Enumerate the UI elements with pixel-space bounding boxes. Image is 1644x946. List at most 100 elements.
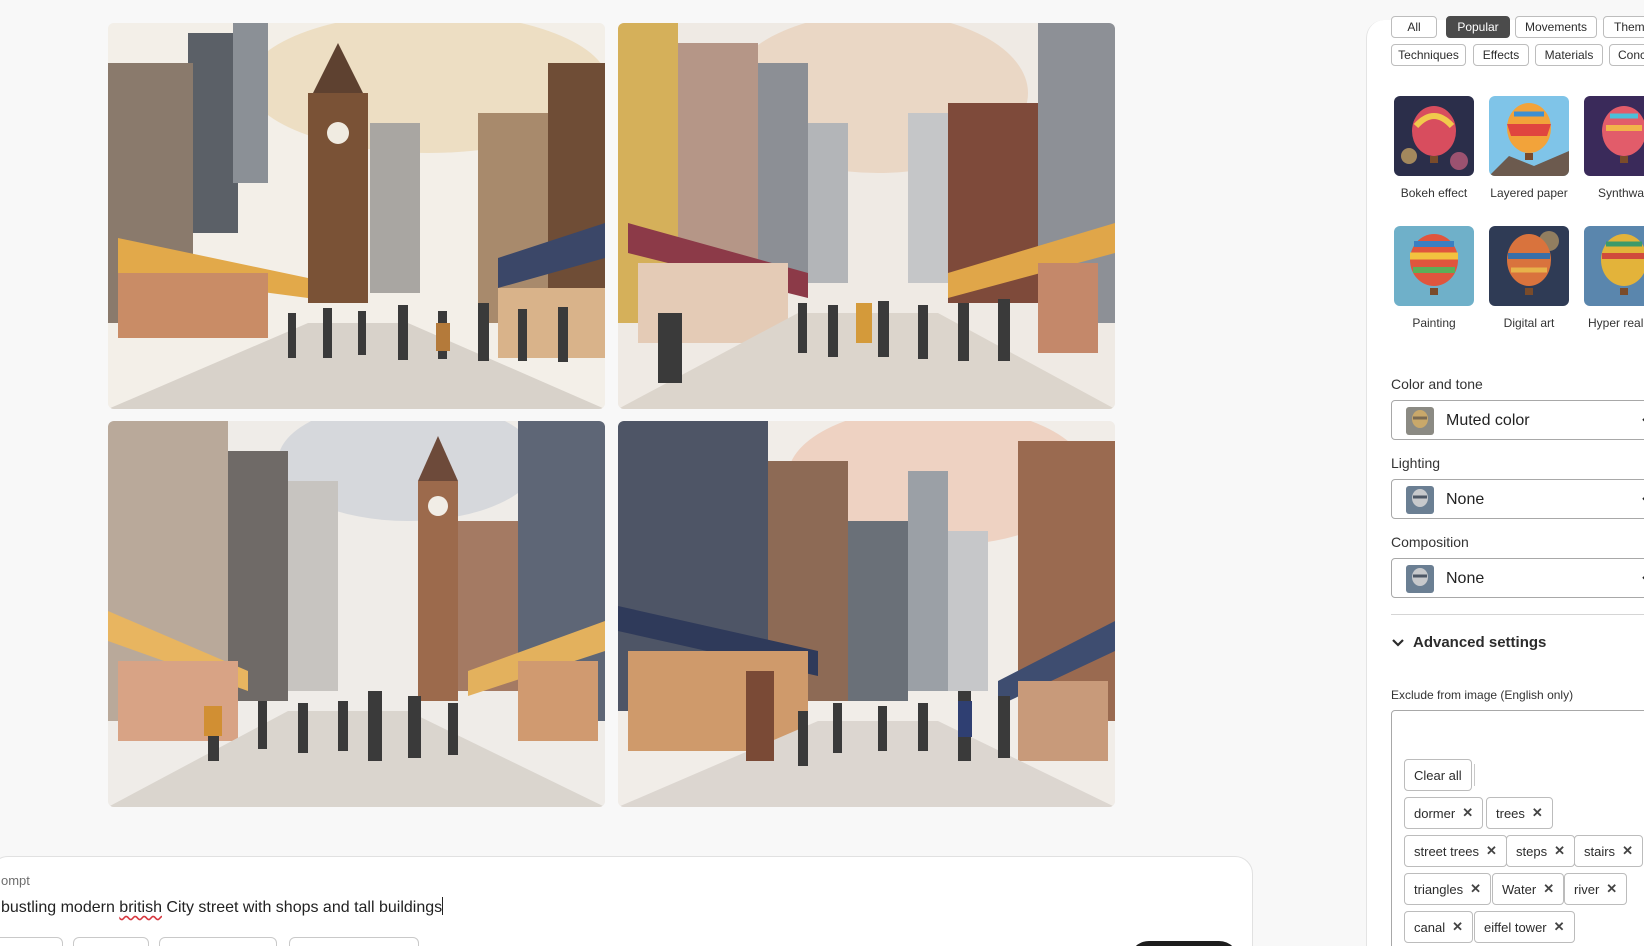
exclude-tag[interactable]: river ✕	[1564, 873, 1628, 905]
prompt-text-start: bustling modern	[1, 899, 120, 916]
style-bokeh-effect[interactable]: Bokeh effect	[1394, 96, 1476, 200]
exclude-tag[interactable]: trees ✕	[1486, 797, 1553, 829]
style-label: Painting	[1412, 316, 1456, 330]
prompt-text-end: City street with shops and tall building…	[161, 899, 443, 916]
close-icon[interactable]: ✕	[1462, 805, 1473, 821]
tag-label: canal	[1414, 919, 1446, 935]
clear-all-label: Clear all	[1414, 767, 1462, 783]
settings-panel: All Popular Movements Theme Techniques E…	[1366, 16, 1644, 946]
filter-effects[interactable]: Effects	[1473, 44, 1529, 66]
composition-value: None	[1446, 570, 1485, 587]
generated-image-3[interactable]	[108, 421, 605, 807]
color-tone-label: Color and tone	[1391, 376, 1483, 392]
close-icon[interactable]: ✕	[1470, 881, 1481, 897]
filter-popular[interactable]: Popular	[1446, 16, 1510, 38]
close-icon[interactable]: ✕	[1554, 919, 1565, 935]
color-tone-dropdown[interactable]: Muted color	[1391, 400, 1644, 440]
exclude-tag[interactable]: eiffel tower ✕	[1474, 911, 1575, 943]
image-art-4	[618, 421, 1115, 807]
close-icon[interactable]: ✕	[1606, 881, 1617, 897]
close-icon[interactable]: ✕	[1532, 805, 1543, 821]
image-art-1	[108, 23, 605, 409]
lighting-balloon-icon	[1406, 486, 1434, 514]
text-caret	[442, 897, 444, 915]
clear-all-button[interactable]: Clear all	[1404, 759, 1472, 791]
lighting-value: None	[1446, 491, 1485, 508]
lighting-label: Lighting	[1391, 455, 1441, 471]
tag-label: dormer	[1414, 805, 1456, 821]
filter-movements[interactable]: Movements	[1515, 16, 1597, 38]
synthwave-balloon-icon	[1584, 96, 1644, 176]
tag-label: stairs	[1584, 843, 1616, 859]
muted-color-icon	[1406, 407, 1434, 435]
chevron-down-icon	[1642, 497, 1644, 501]
tag-label: Water	[1502, 881, 1537, 897]
prompt-spellcheck-word: british	[119, 899, 162, 916]
style-hyper-realistic[interactable]: Hyper reali	[1584, 226, 1644, 330]
tag-label: trees	[1496, 805, 1525, 821]
close-icon[interactable]: ✕	[1486, 843, 1497, 859]
painting-balloon-icon	[1394, 226, 1474, 306]
exclude-label: Exclude from image (English only)	[1391, 688, 1574, 702]
style-synthwave[interactable]: Synthwav	[1584, 96, 1644, 200]
composition-dropdown[interactable]: None	[1391, 558, 1644, 598]
exclude-tag[interactable]: canal ✕	[1404, 911, 1473, 943]
filter-concepts[interactable]: Concep	[1609, 44, 1644, 66]
tag-label: steps	[1516, 843, 1548, 859]
advanced-settings-toggle[interactable]: Advanced settings	[1391, 634, 1546, 651]
advanced-settings-title: Advanced settings	[1413, 634, 1547, 651]
prompt-option-button[interactable]	[159, 937, 277, 946]
image-art-3	[108, 421, 605, 807]
chevron-down-icon	[1392, 638, 1404, 647]
filter-materials[interactable]: Materials	[1535, 44, 1603, 66]
hyper-real-balloon-icon	[1584, 226, 1644, 306]
filter-theme[interactable]: Theme	[1603, 16, 1644, 38]
bokeh-balloon-icon	[1394, 96, 1474, 176]
composition-balloon-icon	[1406, 565, 1434, 593]
exclude-tag[interactable]: steps ✕	[1506, 835, 1575, 867]
exclude-tag[interactable]: Water ✕	[1492, 873, 1565, 905]
exclude-tag[interactable]: street trees ✕	[1404, 835, 1507, 867]
style-layered-paper[interactable]: Layered paper	[1489, 96, 1571, 200]
close-icon[interactable]: ✕	[1452, 919, 1463, 935]
style-label: Digital art	[1503, 316, 1555, 330]
tag-label: street trees	[1414, 843, 1480, 859]
filter-all[interactable]: All	[1391, 16, 1437, 38]
prompt-option-button[interactable]	[0, 937, 63, 946]
close-icon[interactable]: ✕	[1554, 843, 1565, 859]
section-divider	[1391, 614, 1644, 615]
prompt-input[interactable]: bustling modern british City street with…	[1, 897, 444, 917]
exclude-tag[interactable]: stairs ✕	[1574, 835, 1643, 867]
generated-image-2[interactable]	[618, 23, 1115, 409]
tag-label: triangles	[1414, 881, 1464, 897]
tag-label: river	[1574, 881, 1600, 897]
prompt-option-button[interactable]	[289, 937, 419, 946]
exclude-input[interactable]: Clear all dormer ✕ trees ✕ street trees ✕ s…	[1391, 710, 1644, 946]
style-digital-art[interactable]: Digital art	[1489, 226, 1571, 330]
image-art-2	[618, 23, 1115, 409]
prompt-label: ompt	[1, 873, 30, 888]
generated-image-1[interactable]	[108, 23, 605, 409]
style-label: Synthwav	[1598, 186, 1644, 200]
close-icon[interactable]: ✕	[1543, 881, 1554, 897]
digital-art-balloon-icon	[1489, 226, 1569, 306]
prompt-panel: ompt bustling modern british City street…	[0, 856, 1253, 946]
prompt-option-button[interactable]	[73, 937, 149, 946]
style-label: Hyper reali	[1588, 316, 1644, 330]
tag-label: eiffel tower	[1484, 919, 1547, 935]
generated-image-4[interactable]	[618, 421, 1115, 807]
composition-label: Composition	[1391, 534, 1469, 550]
exclude-tag[interactable]: dormer ✕	[1404, 797, 1484, 829]
style-label: Bokeh effect	[1400, 186, 1468, 200]
close-icon[interactable]: ✕	[1622, 843, 1633, 859]
filter-techniques[interactable]: Techniques	[1391, 44, 1466, 66]
chevron-down-icon	[1642, 576, 1644, 580]
paper-balloon-icon	[1489, 96, 1569, 176]
generate-button[interactable]	[1129, 941, 1239, 946]
style-label: Layered paper	[1490, 186, 1568, 200]
tag-separator	[1474, 764, 1475, 786]
exclude-tag[interactable]: triangles ✕	[1404, 873, 1492, 905]
lighting-dropdown[interactable]: None	[1391, 479, 1644, 519]
chevron-down-icon	[1642, 418, 1644, 422]
style-painting[interactable]: Painting	[1394, 226, 1476, 330]
